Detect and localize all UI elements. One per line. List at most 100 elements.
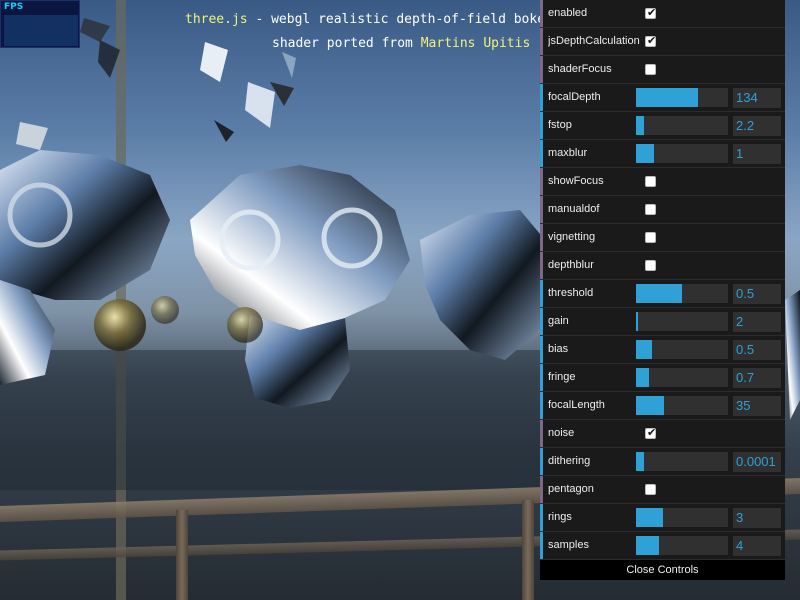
- shaderFocus-checkbox[interactable]: [645, 64, 656, 75]
- fringe-slider[interactable]: [636, 368, 728, 387]
- martins-upitis-link[interactable]: Martins Upitis: [421, 36, 531, 51]
- fstop-value-input[interactable]: 2.2: [733, 116, 781, 136]
- control-accent-bar: [540, 448, 543, 475]
- control-row-gain[interactable]: gain 2: [540, 308, 785, 336]
- noise-checkbox[interactable]: ✔: [645, 426, 657, 439]
- info-line-2-text: shader ported from: [272, 36, 421, 51]
- control-label: fstop: [548, 119, 572, 131]
- manualdof-checkbox[interactable]: [645, 204, 656, 215]
- slider-fill: [636, 144, 654, 163]
- control-label: noise: [548, 427, 575, 439]
- focalDepth-value-input[interactable]: 134: [733, 88, 781, 108]
- bias-slider[interactable]: [636, 340, 728, 359]
- control-label: maxblur: [548, 147, 588, 159]
- control-row-manualdof[interactable]: manualdof: [540, 196, 785, 224]
- control-row-fstop[interactable]: fstop 2.2: [540, 112, 785, 140]
- depthblur-checkbox[interactable]: [645, 260, 656, 271]
- control-accent-bar: [540, 476, 543, 503]
- dithering-value-input[interactable]: 0.0001: [733, 452, 781, 472]
- samples-slider[interactable]: [636, 536, 728, 555]
- focalDepth-slider[interactable]: [636, 88, 728, 107]
- gain-slider[interactable]: [636, 312, 728, 331]
- control-row-focalDepth[interactable]: focalDepth 134: [540, 84, 785, 112]
- control-row-shaderFocus[interactable]: shaderFocus: [540, 56, 785, 84]
- control-label: rings: [548, 511, 572, 523]
- focalLength-value-input[interactable]: 35: [733, 396, 781, 416]
- control-label: dithering: [548, 455, 591, 467]
- maxblur-value-input[interactable]: 1: [733, 144, 781, 164]
- control-label: showFocus: [548, 175, 604, 187]
- gain-value-input[interactable]: 2: [733, 312, 781, 332]
- control-label: fringe: [548, 371, 576, 383]
- threshold-value-input[interactable]: 0.5: [733, 284, 781, 304]
- control-accent-bar: [540, 28, 543, 55]
- control-accent-bar: [540, 280, 543, 307]
- control-accent-bar: [540, 112, 543, 139]
- jsDepthCalculation-checkbox[interactable]: ✔: [645, 34, 657, 47]
- control-accent-bar: [540, 140, 543, 167]
- control-row-rings[interactable]: rings 3: [540, 504, 785, 532]
- control-label: jsDepthCalculation: [548, 35, 640, 47]
- control-row-noise[interactable]: noise ✔: [540, 420, 785, 448]
- showFocus-checkbox[interactable]: [645, 176, 656, 187]
- rings-value-input[interactable]: 3: [733, 508, 781, 528]
- control-label: depthblur: [548, 259, 594, 271]
- control-accent-bar: [540, 224, 543, 251]
- pentagon-checkbox[interactable]: [645, 484, 656, 495]
- control-accent-bar: [540, 532, 543, 559]
- slider-fill: [636, 312, 638, 331]
- slider-fill: [636, 396, 664, 415]
- control-accent-bar: [540, 196, 543, 223]
- control-row-depthblur[interactable]: depthblur: [540, 252, 785, 280]
- control-row-pentagon[interactable]: pentagon: [540, 476, 785, 504]
- control-accent-bar: [540, 308, 543, 335]
- control-accent-bar: [540, 336, 543, 363]
- control-row-focalLength[interactable]: focalLength 35: [540, 392, 785, 420]
- control-accent-bar: [540, 252, 543, 279]
- control-row-threshold[interactable]: threshold 0.5: [540, 280, 785, 308]
- close-controls-button[interactable]: Close Controls: [540, 560, 785, 580]
- fringe-value-input[interactable]: 0.7: [733, 368, 781, 388]
- control-label: focalDepth: [548, 91, 601, 103]
- controls-list: enabled ✔ jsDepthCalculation ✔ shaderFocus fo…: [540, 0, 785, 560]
- controls-panel: enabled ✔ jsDepthCalculation ✔ shaderFocus fo…: [540, 0, 785, 580]
- slider-fill: [636, 536, 659, 555]
- control-label: threshold: [548, 287, 594, 299]
- slider-fill: [636, 116, 644, 135]
- control-row-samples[interactable]: samples 4: [540, 532, 785, 560]
- focalLength-slider[interactable]: [636, 396, 728, 415]
- control-row-fringe[interactable]: fringe 0.7: [540, 364, 785, 392]
- control-label: gain: [548, 315, 569, 327]
- dithering-slider[interactable]: [636, 452, 728, 471]
- control-accent-bar: [540, 56, 543, 83]
- slider-fill: [636, 452, 644, 471]
- control-label: samples: [548, 539, 589, 551]
- slider-fill: [636, 284, 682, 303]
- checkmark-icon: ✔: [647, 426, 657, 439]
- control-label: shaderFocus: [548, 63, 612, 75]
- control-row-jsDepthCalculation[interactable]: jsDepthCalculation ✔: [540, 28, 785, 56]
- control-row-enabled[interactable]: enabled ✔: [540, 0, 785, 28]
- control-row-bias[interactable]: bias 0.5: [540, 336, 785, 364]
- control-label: pentagon: [548, 483, 594, 495]
- enabled-checkbox[interactable]: ✔: [645, 6, 657, 19]
- threejs-link[interactable]: three.js: [185, 12, 248, 27]
- control-accent-bar: [540, 504, 543, 531]
- control-label: bias: [548, 343, 569, 355]
- info-overlay: three.js - webgl realistic depth-of-fiel…: [0, 10, 540, 58]
- slider-fill: [636, 508, 663, 527]
- control-row-vignetting[interactable]: vignetting: [540, 224, 785, 252]
- control-row-maxblur[interactable]: maxblur 1: [540, 140, 785, 168]
- maxblur-slider[interactable]: [636, 144, 728, 163]
- fstop-slider[interactable]: [636, 116, 728, 135]
- checkmark-icon: ✔: [647, 6, 657, 19]
- bias-value-input[interactable]: 0.5: [733, 340, 781, 360]
- samples-value-input[interactable]: 4: [733, 536, 781, 556]
- control-row-dithering[interactable]: dithering 0.0001: [540, 448, 785, 476]
- control-accent-bar: [540, 168, 543, 195]
- control-row-showFocus[interactable]: showFocus: [540, 168, 785, 196]
- vignetting-checkbox[interactable]: [645, 232, 656, 243]
- checkmark-icon: ✔: [647, 34, 657, 47]
- rings-slider[interactable]: [636, 508, 728, 527]
- threshold-slider[interactable]: [636, 284, 728, 303]
